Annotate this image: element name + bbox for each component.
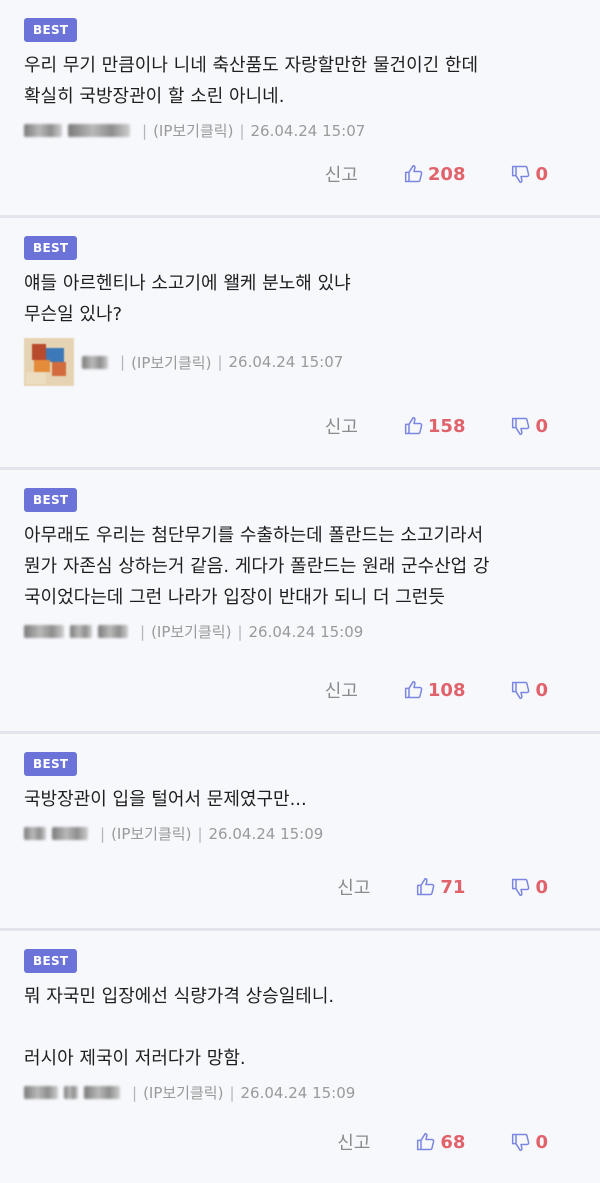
best-badge: BEST xyxy=(24,949,78,973)
like-button[interactable]: 208 xyxy=(404,163,466,185)
ip-view-link[interactable]: (IP보기클릭) xyxy=(151,621,231,642)
blurred-username xyxy=(68,124,130,137)
comment-text: 국방장관이 입을 털어서 문제였구만... xyxy=(24,789,307,810)
best-badge: BEST xyxy=(24,18,78,42)
best-badge: BEST xyxy=(24,752,78,776)
report-button[interactable]: 신고 xyxy=(325,161,358,187)
comment-actions: 신고 68 0 xyxy=(337,1129,548,1155)
thumbs-down-icon xyxy=(512,681,530,700)
blurred-username xyxy=(24,625,64,638)
like-count: 208 xyxy=(427,163,466,185)
dislike-button[interactable]: 0 xyxy=(511,164,548,185)
like-button[interactable]: 71 xyxy=(416,877,465,898)
like-button[interactable]: 158 xyxy=(404,415,466,437)
ip-view-link[interactable]: (IP보기클릭) xyxy=(131,352,211,373)
comment-text: 아무래도 우리는 첨단무기를 수출하는데 폴란드는 소고기라서 뭔가 자존심 상… xyxy=(24,525,490,608)
comment-meta: | (IP보기클릭) | 26.04.24 15:09 xyxy=(24,1082,576,1103)
blurred-username xyxy=(98,625,128,638)
thumbs-up-icon xyxy=(404,164,423,183)
blurred-username xyxy=(52,827,88,840)
like-button[interactable]: 108 xyxy=(404,679,466,701)
dislike-count: 0 xyxy=(535,679,548,701)
dislike-count: 0 xyxy=(535,876,548,898)
dislike-button[interactable]: 0 xyxy=(511,877,548,898)
comment-text: 뭐 자국민 입장에선 식량가격 상승일테니. 러시아 제국이 저러다가 망함. xyxy=(24,986,335,1069)
thumbs-down-icon xyxy=(512,165,530,184)
report-button[interactable]: 신고 xyxy=(337,874,370,900)
best-badge: BEST xyxy=(24,488,78,512)
like-count: 71 xyxy=(440,876,466,898)
dislike-button[interactable]: 0 xyxy=(511,1132,548,1153)
comment-date: 26.04.24 15:09 xyxy=(240,1083,356,1102)
comment-date: 26.04.24 15:09 xyxy=(208,824,324,843)
comment-item: BEST 얘들 아르헨티나 소고기에 왤케 분노해 있냐 무슨일 있나? | (… xyxy=(0,218,600,470)
dislike-button[interactable]: 0 xyxy=(511,680,548,701)
comment-item: BEST 우리 무기 만큼이나 니네 축산품도 자랑할만한 물건이긴 한데 확실… xyxy=(0,0,600,218)
thumbs-up-icon xyxy=(417,877,435,896)
blurred-username xyxy=(24,124,62,137)
like-count: 108 xyxy=(427,679,466,701)
comment-meta: | (IP보기클릭) | 26.04.24 15:09 xyxy=(24,621,576,642)
thumbs-up-icon xyxy=(404,416,423,435)
comment-list: BEST 우리 무기 만큼이나 니네 축산품도 자랑할만한 물건이긴 한데 확실… xyxy=(0,0,600,1183)
blurred-username xyxy=(84,1086,120,1099)
blurred-username xyxy=(82,355,108,369)
report-button[interactable]: 신고 xyxy=(325,677,358,703)
comment-meta: | (IP보기클릭) | 26.04.24 15:07 xyxy=(24,120,576,141)
like-count: 158 xyxy=(427,415,466,437)
thumbs-down-icon xyxy=(512,417,530,436)
comment-date: 26.04.24 15:09 xyxy=(248,622,364,641)
avatar xyxy=(24,338,74,386)
like-count: 68 xyxy=(440,1131,466,1153)
comment-item: BEST 아무래도 우리는 첨단무기를 수출하는데 폴란드는 소고기라서 뭔가 … xyxy=(0,470,600,734)
comment-actions: 신고 71 0 xyxy=(337,874,548,900)
comment-meta: | (IP보기클릭) | 26.04.24 15:09 xyxy=(24,823,576,844)
report-button[interactable]: 신고 xyxy=(337,1129,370,1155)
ip-view-link[interactable]: (IP보기클릭) xyxy=(111,823,191,844)
blurred-username xyxy=(24,827,46,840)
comment-item: BEST 국방장관이 입을 털어서 문제였구만... | (IP보기클릭) | … xyxy=(0,734,600,931)
dislike-button[interactable]: 0 xyxy=(511,416,548,437)
dislike-count: 0 xyxy=(535,163,548,185)
dislike-count: 0 xyxy=(535,1131,548,1153)
thumbs-down-icon xyxy=(512,878,530,897)
ip-view-link[interactable]: (IP보기클릭) xyxy=(143,1082,223,1103)
comment-text: 얘들 아르헨티나 소고기에 왤케 분노해 있냐 무슨일 있나? xyxy=(24,273,351,325)
blurred-username xyxy=(64,1086,78,1099)
comment-actions: 신고 208 0 xyxy=(325,161,548,187)
thumbs-up-icon xyxy=(404,680,423,699)
report-button[interactable]: 신고 xyxy=(325,413,358,439)
comment-item: BEST 뭐 자국민 입장에선 식량가격 상승일테니. 러시아 제국이 저러다가… xyxy=(0,931,600,1183)
comment-actions: 신고 158 0 xyxy=(325,413,548,439)
blurred-username xyxy=(70,625,92,638)
comment-meta: | (IP보기클릭) | 26.04.24 15:07 xyxy=(24,338,576,386)
like-button[interactable]: 68 xyxy=(416,1132,465,1153)
thumbs-down-icon xyxy=(512,1133,530,1152)
comment-date: 26.04.24 15:07 xyxy=(228,353,344,371)
thumbs-up-icon xyxy=(417,1132,435,1151)
comment-actions: 신고 108 0 xyxy=(325,677,548,703)
best-badge: BEST xyxy=(24,236,78,260)
dislike-count: 0 xyxy=(535,415,548,437)
comment-text: 우리 무기 만큼이나 니네 축산품도 자랑할만한 물건이긴 한데 확실히 국방장… xyxy=(24,55,479,107)
ip-view-link[interactable]: (IP보기클릭) xyxy=(153,120,233,141)
comment-date: 26.04.24 15:07 xyxy=(250,121,366,140)
blurred-username xyxy=(24,1086,58,1099)
